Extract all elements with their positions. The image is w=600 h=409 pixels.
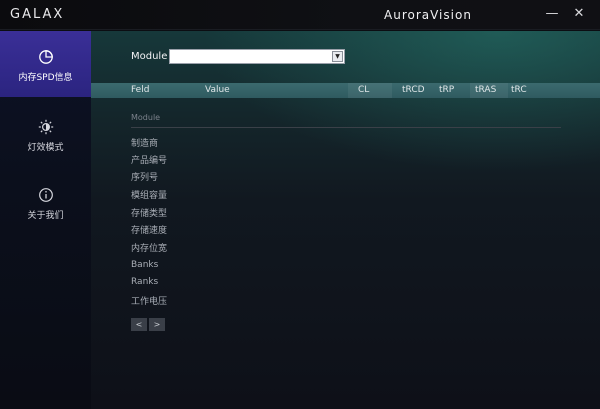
- column-shade-cl: [348, 83, 392, 98]
- header-trcd: tRCD: [402, 85, 425, 95]
- row-label-serial: 序列号: [131, 173, 159, 183]
- app-title: AuroraVision: [384, 8, 472, 22]
- row-label-memory-type: 存储类型: [131, 209, 168, 219]
- header-tras: tRAS: [475, 85, 497, 95]
- sidebar-item-spd-info[interactable]: 内存SPD信息: [0, 31, 91, 97]
- row-label-manufacturer: 制造商: [131, 139, 159, 149]
- header-trc: tRC: [511, 85, 527, 95]
- info-icon: [38, 188, 53, 202]
- header-cl: CL: [358, 85, 370, 95]
- sidebar-item-about[interactable]: 关于我们: [0, 169, 91, 235]
- chevron-down-icon[interactable]: ▼: [332, 51, 343, 62]
- row-label-bus-width: 内存位宽: [131, 244, 168, 254]
- module-label: Module: [131, 51, 168, 62]
- minimize-button[interactable]: —: [543, 5, 561, 23]
- section-title: Module: [131, 113, 161, 122]
- brightness-icon: [38, 119, 53, 135]
- prev-page-button[interactable]: <: [131, 318, 147, 331]
- sidebar-item-label: 内存SPD信息: [18, 73, 73, 83]
- sidebar-item-label: 关于我们: [27, 211, 64, 221]
- row-label-part-number: 产品编号: [131, 156, 168, 166]
- header-value: Value: [205, 85, 230, 95]
- table-header: Feld Value CL tRCD tRP tRAS tRC: [91, 83, 600, 98]
- row-label-capacity: 模组容量: [131, 191, 168, 201]
- header-feld: Feld: [131, 85, 150, 95]
- title-bar: GALAX AuroraVision — ✕: [0, 0, 600, 30]
- row-label-banks: Banks: [131, 260, 159, 270]
- row-label-ranks: Ranks: [131, 277, 159, 287]
- sidebar-item-label: 灯效模式: [27, 143, 64, 153]
- pie-chart-icon: [38, 50, 53, 64]
- pager: < >: [131, 318, 165, 331]
- header-trp: tRP: [439, 85, 455, 95]
- sidebar-item-light-mode[interactable]: 灯效模式: [0, 101, 91, 167]
- close-button[interactable]: ✕: [570, 5, 588, 23]
- main-panel: Module ▼ Feld Value CL tRCD tRP tRAS tRC…: [91, 31, 600, 409]
- sidebar: 内存SPD信息 灯效模式 关于我们: [0, 31, 91, 409]
- row-label-voltage: 工作电压: [131, 297, 168, 307]
- row-label-speed: 存储速度: [131, 226, 168, 236]
- module-select[interactable]: ▼: [169, 49, 345, 64]
- section-divider: [131, 127, 561, 128]
- next-page-button[interactable]: >: [149, 318, 165, 331]
- galax-logo: GALAX: [10, 7, 65, 22]
